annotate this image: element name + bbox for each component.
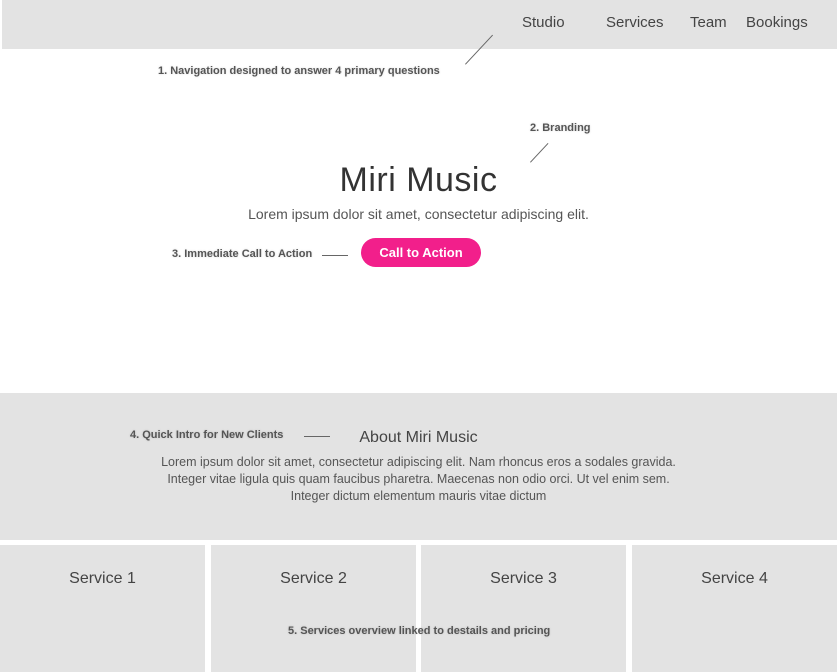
nav-item-services[interactable]: Services <box>606 14 664 31</box>
about-text-line: Lorem ipsum dolor sit amet, consectetur … <box>161 455 676 469</box>
hero-title: Miri Music <box>339 161 498 199</box>
annotation-branding: 2. Branding <box>530 122 591 134</box>
annotation-pointer-line <box>322 255 348 256</box>
service-label: Service 3 <box>490 570 557 587</box>
annotation-navigation: 1. Navigation designed to answer 4 prima… <box>158 65 440 77</box>
about-text-line: Integer vitae ligula quis quam faucibus … <box>167 472 670 486</box>
service-card-4[interactable]: Service 4 <box>632 545 837 672</box>
service-card-3[interactable]: Service 3 <box>421 545 626 672</box>
hero-subtitle: Lorem ipsum dolor sit amet, consectetur … <box>248 206 589 222</box>
service-card-1[interactable]: Service 1 <box>0 545 205 672</box>
call-to-action-button[interactable]: Call to Action <box>361 238 481 267</box>
about-text: Lorem ipsum dolor sit amet, consectetur … <box>0 454 837 505</box>
annotation-services-overview: 5. Services overview linked to destails … <box>288 625 551 637</box>
service-card-2[interactable]: Service 2 <box>211 545 416 672</box>
service-label: Service 2 <box>280 570 347 587</box>
service-label: Service 4 <box>701 570 768 587</box>
nav-item-studio[interactable]: Studio <box>522 14 565 31</box>
service-label: Service 1 <box>69 570 136 587</box>
about-text-line: Integer dictum elementum mauris vitae di… <box>290 489 547 503</box>
annotation-pointer-line <box>530 142 549 163</box>
top-navigation-bar: Studio Services Team Bookings <box>2 0 837 49</box>
annotation-call-to-action: 3. Immediate Call to Action <box>172 248 313 260</box>
nav-item-bookings[interactable]: Bookings <box>746 14 808 31</box>
about-title: About Miri Music <box>359 429 478 446</box>
about-section: 4. Quick Intro for New Clients About Mir… <box>0 393 837 540</box>
nav-item-team[interactable]: Team <box>690 14 727 31</box>
